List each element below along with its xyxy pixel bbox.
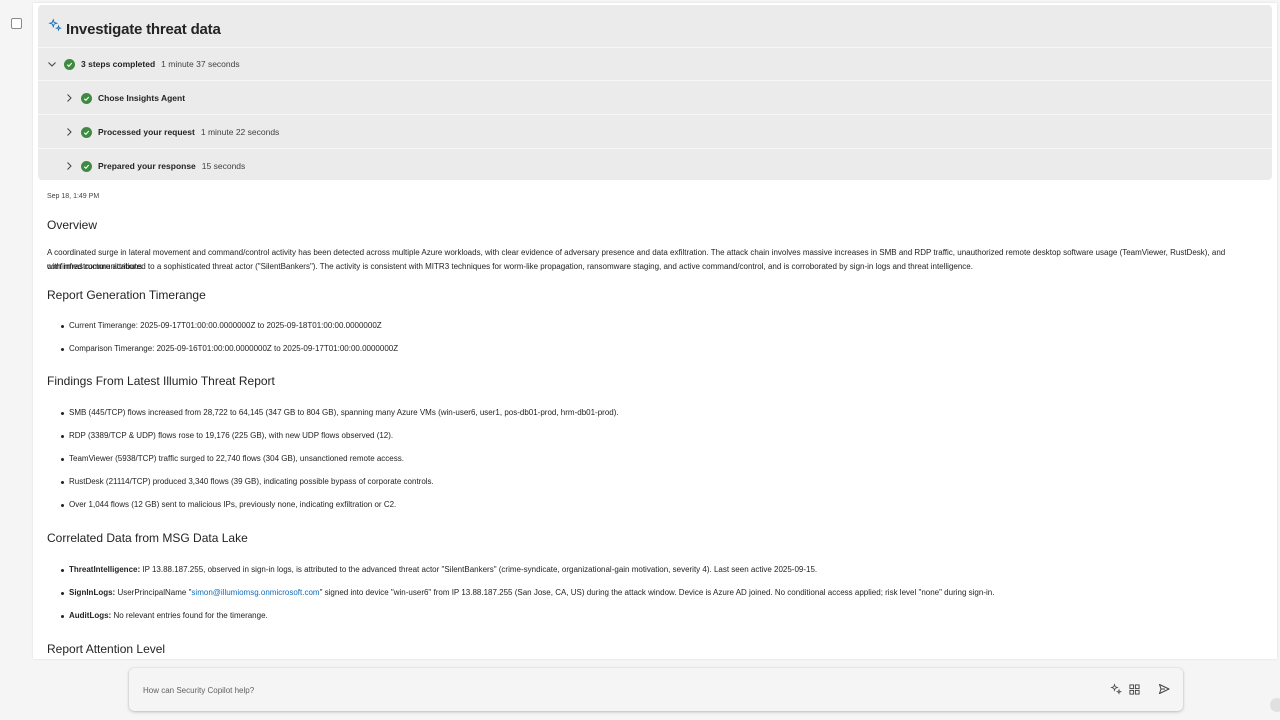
prompts-button[interactable] (1109, 682, 1123, 696)
step-item[interactable]: Processed your request 1 minute 22 secon… (63, 122, 279, 142)
sparkle-icon (48, 18, 62, 32)
list-item: TeamViewer (5938/TCP) traffic surged to … (47, 453, 1259, 476)
checkmark-icon (81, 126, 92, 138)
response-timestamp: Sep 18, 1:49 PM (47, 193, 100, 200)
sparkle-icon (1110, 683, 1122, 695)
chevron-right-icon (67, 128, 72, 136)
plugins-button[interactable] (1127, 682, 1141, 696)
list-item: Current Timerange: 2025-09-17T01:00:00.0… (47, 320, 1259, 343)
list-item: RDP (3389/TCP & UDP) flows rose to 19,17… (47, 430, 1259, 453)
threat-intel-text: IP 13.88.187.255, observed in sign-in lo… (140, 565, 818, 574)
chevron-right-icon (67, 94, 72, 102)
step-time: 15 seconds (201, 161, 246, 171)
steps-summary-toggle[interactable]: 3 steps completed 1 minute 37 seconds (46, 54, 240, 74)
send-icon (1159, 684, 1170, 694)
threat-intel-label: ThreatIntelligence: (69, 565, 141, 574)
attention-heading: Report Attention Level (47, 642, 166, 656)
help-button[interactable] (1270, 698, 1280, 712)
findings-list: SMB (445/TCP) flows increased from 28,72… (47, 407, 1259, 522)
list-item: ThreatIntelligence: IP 13.88.187.255, ob… (47, 564, 1259, 587)
signin-logs-text: UserPrincipalName " (115, 588, 192, 597)
send-button[interactable] (1157, 682, 1171, 696)
prompt-input[interactable] (141, 681, 1095, 699)
steps-summary-label: 3 steps completed (81, 59, 156, 69)
list-item: AuditLogs: No relevant entries found for… (47, 610, 1259, 633)
checkmark-icon (81, 160, 92, 172)
checkmark-icon (81, 92, 92, 104)
signin-logs-text: " signed into device "win-user6" from IP… (319, 588, 995, 597)
list-item: Over 1,044 flows (12 GB) sent to malicio… (47, 499, 1259, 522)
card-title-text: Investigate threat data (66, 20, 221, 38)
findings-heading: Findings From Latest Illumio Threat Repo… (47, 374, 275, 388)
chevron-right-icon (67, 162, 72, 170)
audit-logs-label: AuditLogs: (69, 611, 112, 620)
overview-line: with infrastructure attributed to a soph… (47, 262, 973, 271)
correlated-list: ThreatIntelligence: IP 13.88.187.255, ob… (47, 564, 1259, 633)
audit-logs-text: No relevant entries found for the timera… (111, 611, 268, 620)
timerange-list: Current Timerange: 2025-09-17T01:00:00.0… (47, 320, 1259, 366)
signin-logs-label: SignInLogs: (69, 588, 116, 597)
divider (38, 114, 1272, 115)
steps-summary-time: 1 minute 37 seconds (161, 59, 240, 69)
select-checkbox[interactable] (11, 18, 22, 29)
list-item: SignInLogs: UserPrincipalName "simon@ill… (47, 587, 1259, 610)
user-principal-link[interactable]: simon@illumiomsg.onmicrosoft.com (191, 588, 319, 597)
response-panel: Investigate threat data 3 steps complete… (33, 3, 1277, 659)
card-title: Investigate threat data (48, 17, 221, 41)
overview-heading: Overview (47, 218, 98, 232)
step-label: Chose Insights Agent (98, 93, 186, 103)
divider (38, 148, 1272, 149)
divider (38, 47, 1272, 48)
list-item: Comparison Timerange: 2025-09-16T01:00:0… (47, 343, 1259, 366)
timerange-heading: Report Generation Timerange (47, 288, 206, 302)
divider (38, 80, 1272, 81)
step-label: Prepared your response (98, 161, 196, 171)
chevron-down-icon (48, 62, 56, 67)
left-rail (0, 0, 33, 720)
step-item[interactable]: Prepared your response 15 seconds (63, 156, 245, 176)
step-item[interactable]: Chose Insights Agent (63, 88, 191, 108)
list-item: RustDesk (21114/TCP) produced 3,340 flow… (47, 476, 1259, 499)
correlated-heading: Correlated Data from MSG Data Lake (47, 531, 248, 545)
list-item: SMB (445/TCP) flows increased from 28,72… (47, 407, 1259, 430)
investigation-steps-card: Investigate threat data 3 steps complete… (38, 5, 1272, 180)
step-label: Processed your request (98, 127, 195, 137)
checkmark-icon (64, 58, 75, 70)
grid-icon (1128, 683, 1140, 695)
prompt-composer (129, 668, 1183, 711)
step-time: 1 minute 22 seconds (200, 127, 280, 137)
